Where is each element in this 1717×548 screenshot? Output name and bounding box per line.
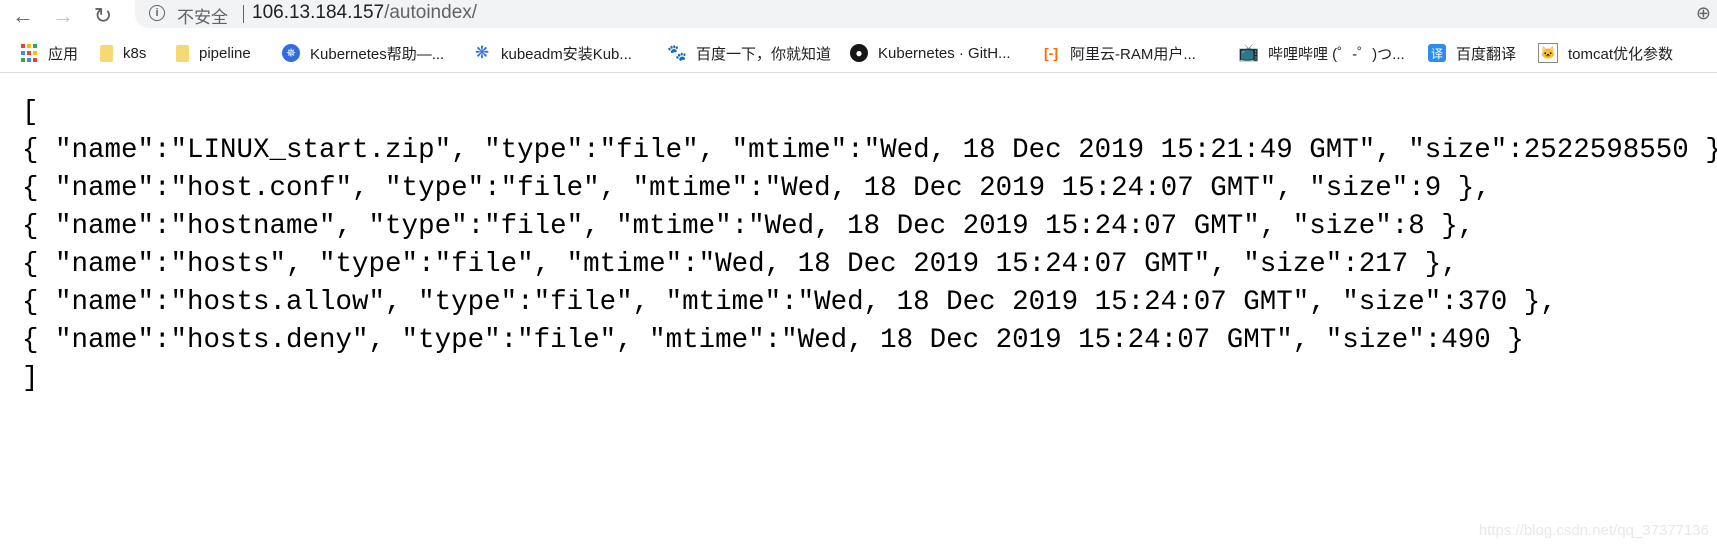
forward-button[interactable]: →	[48, 2, 78, 30]
json-line: { "name":"host.conf", "type":"file", "mt…	[22, 173, 1491, 204]
zoom-icon[interactable]: ⊕	[1696, 3, 1711, 24]
helm-wheel-icon: ❋	[474, 43, 490, 62]
bookmark-label: 阿里云-RAM用户...	[1070, 45, 1196, 63]
bookmark-label: k8s	[123, 44, 147, 62]
divider	[243, 5, 244, 23]
bookmark-label: 应用	[48, 45, 79, 63]
bookmark-tomcat[interactable]: 🐱 tomcat优化参数	[1538, 42, 1673, 64]
bookmark-label: kubeadm安装Kub...	[501, 45, 632, 63]
bookmark-label: tomcat优化参数	[1568, 45, 1674, 63]
url-text[interactable]: 106.13.184.157/autoindex/	[252, 2, 477, 24]
bookmark-github[interactable]: ● Kubernetes · GitH...	[850, 42, 1011, 64]
bookmark-baidu[interactable]: 🐾 百度一下，你就知道	[667, 42, 832, 64]
apps-grid-icon	[20, 44, 38, 62]
aliyun-icon: [-]	[1044, 45, 1058, 61]
back-button[interactable]: ←	[8, 2, 38, 30]
security-label[interactable]: 不安全	[177, 3, 228, 28]
tomcat-icon: 🐱	[1538, 43, 1558, 63]
json-line: [	[22, 97, 39, 128]
url-host: 106.13.184.157	[252, 2, 385, 23]
bookmark-label: 哔哩哔哩 (゜-゜)つ...	[1268, 45, 1405, 63]
browser-toolbar: ← → ↻ i 不安全 106.13.184.157/autoindex/ ⊕	[0, 0, 1717, 34]
bookmark-kubeadm[interactable]: ❋ kubeadm安装Kub...	[473, 42, 632, 64]
url-path: /autoindex/	[384, 2, 478, 23]
toolbar-divider	[0, 72, 1717, 73]
bookmark-aliyun[interactable]: [-] 阿里云-RAM用户...	[1042, 42, 1196, 64]
kubernetes-icon: ✵	[282, 44, 300, 62]
watermark: https://blog.csdn.net/qq_37377136	[1478, 522, 1709, 539]
bookmark-bilibili[interactable]: 📺 哔哩哔哩 (゜-゜)つ...	[1238, 42, 1405, 64]
bookmark-label: pipeline	[199, 44, 251, 62]
folder-icon	[176, 44, 189, 62]
reload-button[interactable]: ↻	[88, 2, 118, 30]
bookmark-baidu-translate[interactable]: 译 百度翻译	[1428, 42, 1516, 64]
bookmarks-bar: 应用 k8s pipeline ✵ Kubernetes帮助—... ❋ kub…	[0, 36, 1717, 70]
json-line: { "name":"hosts", "type":"file", "mtime"…	[22, 249, 1458, 280]
json-line: ]	[22, 363, 39, 394]
bookmark-k8s[interactable]: k8s	[100, 42, 146, 64]
bookmark-apps[interactable]: 应用	[20, 42, 78, 64]
baidu-paw-icon: 🐾	[667, 45, 687, 62]
bookmark-label: 百度翻译	[1456, 45, 1517, 63]
bookmark-label: Kubernetes · GitH...	[878, 44, 1011, 62]
info-icon[interactable]: i	[149, 5, 165, 21]
github-icon: ●	[850, 44, 868, 62]
baidu-translate-icon: 译	[1428, 44, 1446, 62]
bookmark-pipeline[interactable]: pipeline	[176, 42, 251, 64]
json-listing: [ { "name":"LINUX_start.zip", "type":"fil…	[22, 94, 1717, 398]
folder-icon	[100, 44, 113, 62]
json-line: { "name":"hosts.deny", "type":"file", "m…	[22, 325, 1524, 356]
address-bar[interactable]: i 不安全 106.13.184.157/autoindex/ ⊕	[135, 0, 1717, 28]
json-line: { "name":"hosts.allow", "type":"file", "…	[22, 287, 1557, 318]
bookmark-kubernetes-help[interactable]: ✵ Kubernetes帮助—...	[282, 42, 444, 64]
json-line: { "name":"LINUX_start.zip", "type":"file…	[22, 135, 1717, 166]
json-line: { "name":"hostname", "type":"file", "mti…	[22, 211, 1475, 242]
bookmark-label: Kubernetes帮助—...	[310, 45, 445, 63]
bookmark-label: 百度一下，你就知道	[696, 45, 832, 63]
bilibili-icon: 📺	[1238, 43, 1260, 62]
